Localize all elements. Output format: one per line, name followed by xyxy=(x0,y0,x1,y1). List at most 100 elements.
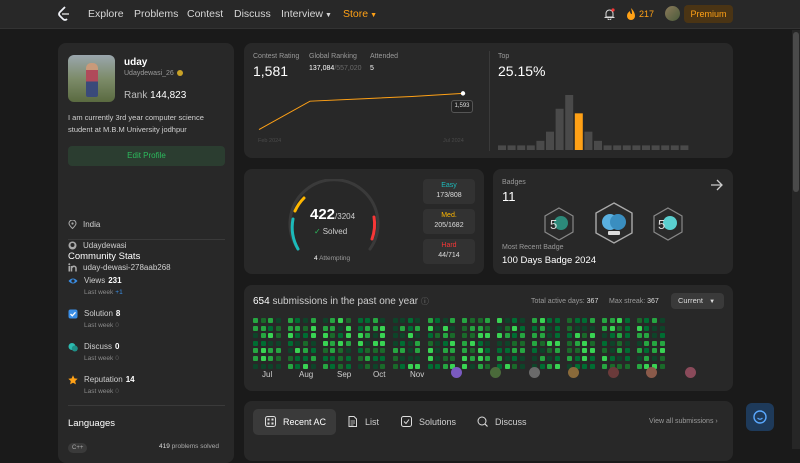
heatmap-cell[interactable] xyxy=(442,333,448,339)
heatmap-cell[interactable] xyxy=(504,348,510,354)
heatmap-cell[interactable] xyxy=(330,363,336,369)
heatmap-cell[interactable] xyxy=(260,363,266,369)
distribution-bar[interactable] xyxy=(642,145,650,150)
heatmap-cell[interactable] xyxy=(659,318,665,323)
heatmap-cell[interactable] xyxy=(322,318,328,323)
heatmap-cell[interactable] xyxy=(520,348,526,354)
heatmap-cell[interactable] xyxy=(497,333,503,339)
heatmap-cell[interactable] xyxy=(617,363,623,369)
heatmap-cell[interactable] xyxy=(337,333,343,339)
distribution-bar[interactable] xyxy=(622,145,631,150)
heatmap-cell[interactable] xyxy=(322,333,328,339)
heatmap-cell[interactable] xyxy=(303,340,309,346)
heatmap-cell[interactable] xyxy=(582,333,588,339)
heatmap-cell[interactable] xyxy=(357,363,363,369)
heatmap-cell[interactable] xyxy=(609,355,615,361)
github-link[interactable]: Udaydewasi xyxy=(83,241,127,250)
heatmap-cell[interactable] xyxy=(554,363,560,369)
heatmap-cell[interactable] xyxy=(644,340,650,346)
heatmap-cell[interactable] xyxy=(477,325,483,331)
heatmap-cell[interactable] xyxy=(415,340,421,346)
heatmap-cell[interactable] xyxy=(268,325,274,331)
heatmap-cell[interactable] xyxy=(287,363,293,369)
heatmap-cell[interactable] xyxy=(303,363,309,369)
heatmap-cell[interactable] xyxy=(310,340,316,346)
heatmap-cell[interactable] xyxy=(415,363,421,369)
heatmap-cell[interactable] xyxy=(485,340,491,346)
heatmap-cell[interactable] xyxy=(310,333,316,339)
heatmap-cell[interactable] xyxy=(589,348,595,354)
heatmap-cell[interactable] xyxy=(303,333,309,339)
heatmap-cell[interactable] xyxy=(450,318,456,323)
heatmap-cell[interactable] xyxy=(253,363,258,369)
heatmap-cell[interactable] xyxy=(547,363,553,369)
heatmap-cell[interactable] xyxy=(617,348,623,354)
heatmap-cell[interactable] xyxy=(617,325,623,331)
heatmap-cell[interactable] xyxy=(469,348,475,354)
distribution-bar[interactable] xyxy=(546,131,554,150)
heatmap-cell[interactable] xyxy=(260,355,266,361)
heatmap-cell[interactable] xyxy=(652,318,658,323)
monthly-badge-icon[interactable] xyxy=(451,367,462,378)
heatmap-cell[interactable] xyxy=(380,318,386,323)
monthly-badge-icon[interactable] xyxy=(608,367,619,378)
heatmap-cell[interactable] xyxy=(287,348,293,354)
heatmap-cell[interactable] xyxy=(659,340,665,346)
heatmap-cell[interactable] xyxy=(636,348,642,354)
heatmap-cell[interactable] xyxy=(582,348,588,354)
heatmap-cell[interactable] xyxy=(365,340,371,346)
monthly-badge-icon[interactable] xyxy=(685,367,696,378)
heatmap-cell[interactable] xyxy=(407,333,413,339)
heatmap-cell[interactable] xyxy=(435,340,441,346)
heatmap-cell[interactable] xyxy=(504,318,510,323)
heatmap-cell[interactable] xyxy=(357,348,363,354)
heatmap-cell[interactable] xyxy=(407,318,413,323)
heatmap-cell[interactable] xyxy=(636,325,642,331)
heatmap-cell[interactable] xyxy=(260,325,266,331)
monthly-badge-icon[interactable] xyxy=(490,367,501,378)
heatmap-cell[interactable] xyxy=(497,355,503,361)
badge-50-days-icon[interactable]: 5 xyxy=(652,207,684,241)
heatmap-cell[interactable] xyxy=(442,363,448,369)
heatmap-cell[interactable] xyxy=(659,363,665,369)
distribution-bar[interactable] xyxy=(498,145,506,150)
heatmap-cell[interactable] xyxy=(547,333,553,339)
distribution-bar[interactable] xyxy=(651,145,660,150)
heatmap-cell[interactable] xyxy=(275,318,281,323)
heatmap-cell[interactable] xyxy=(554,333,560,339)
heatmap-cell[interactable] xyxy=(303,355,309,361)
heatmap-cell[interactable] xyxy=(617,355,623,361)
heatmap-cell[interactable] xyxy=(624,325,630,331)
heatmap-cell[interactable] xyxy=(260,348,266,354)
heatmap-cell[interactable] xyxy=(532,348,538,354)
heatmap-cell[interactable] xyxy=(337,325,343,331)
streak-count[interactable]: 217 xyxy=(639,9,654,19)
heatmap-cell[interactable] xyxy=(392,340,398,346)
heatmap-cell[interactable] xyxy=(310,325,316,331)
heatmap-cell[interactable] xyxy=(539,325,545,331)
heatmap-cell[interactable] xyxy=(275,325,281,331)
heatmap-cell[interactable] xyxy=(477,333,483,339)
heatmap-cell[interactable] xyxy=(392,348,398,354)
heatmap-cell[interactable] xyxy=(602,318,607,323)
heatmap-cell[interactable] xyxy=(345,325,351,331)
nav-explore[interactable]: Explore xyxy=(88,8,124,20)
heatmap-cell[interactable] xyxy=(485,325,491,331)
heatmap-cell[interactable] xyxy=(652,333,658,339)
heatmap-cell[interactable] xyxy=(554,325,560,331)
heatmap-cell[interactable] xyxy=(345,363,351,369)
heatmap-cell[interactable] xyxy=(268,333,274,339)
difficulty-hard[interactable]: Hard 44/714 xyxy=(423,239,475,264)
heatmap-cell[interactable] xyxy=(462,333,468,339)
distribution-bar[interactable] xyxy=(680,145,689,150)
heatmap-cell[interactable] xyxy=(485,363,491,369)
heatmap-cell[interactable] xyxy=(469,333,475,339)
heatmap-cell[interactable] xyxy=(497,348,503,354)
heatmap-cell[interactable] xyxy=(520,363,526,369)
heatmap-cell[interactable] xyxy=(357,333,363,339)
heatmap-cell[interactable] xyxy=(504,340,510,346)
heatmap-cell[interactable] xyxy=(469,318,475,323)
heatmap-cell[interactable] xyxy=(287,340,293,346)
heatmap-cell[interactable] xyxy=(268,340,274,346)
heatmap-cell[interactable] xyxy=(400,363,406,369)
